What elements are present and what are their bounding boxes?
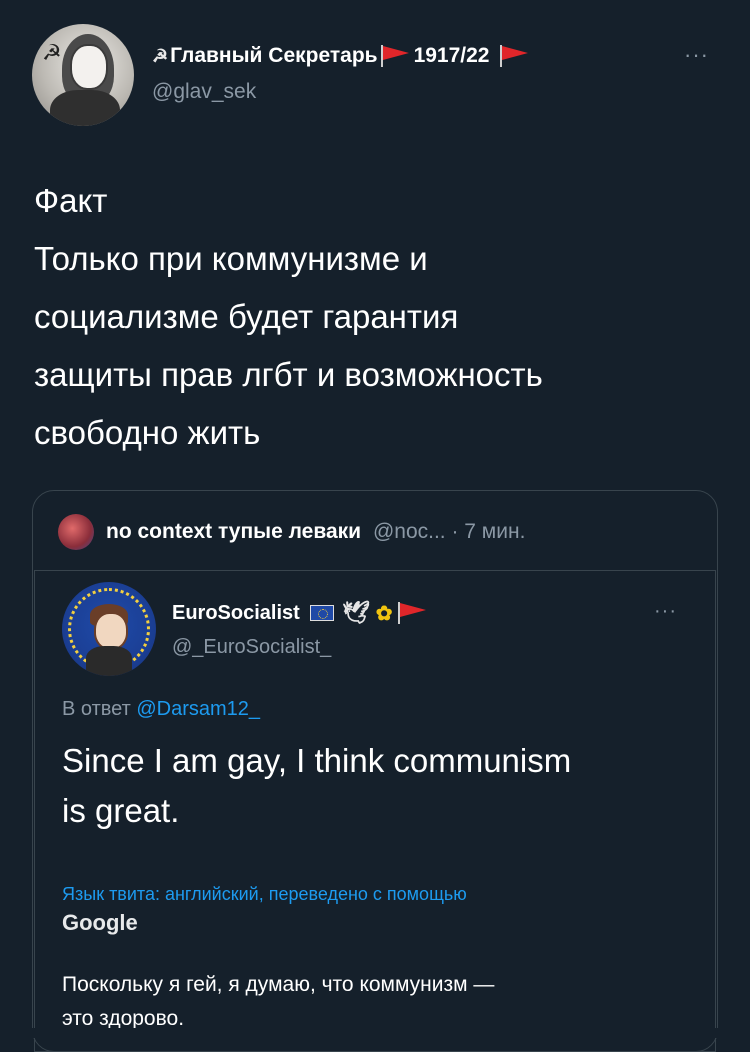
dove-icon: 🕊 (341, 600, 370, 625)
hammer-sickle-icon: ☭ (42, 40, 62, 65)
translated-text: Поскольку я гей, я думаю, что коммунизм … (62, 968, 682, 1036)
quoted-tweet-header: no context тупые леваки @noc... · 7 мин. (106, 520, 525, 544)
google-logo: Google (62, 910, 138, 935)
quoted-author-name[interactable]: no context тупые леваки (106, 520, 361, 543)
embedded-tweet-text-line: Since I am gay, I think communism (62, 742, 572, 779)
red-flag-icon (499, 45, 530, 67)
avatar-body (86, 646, 132, 676)
translation-notice-link[interactable]: Язык твита: английский, переведено с пом… (62, 884, 467, 905)
author-handle[interactable]: @glav_sek (152, 80, 256, 104)
quoted-author-avatar[interactable] (58, 514, 94, 550)
embedded-tweet-text-line: is great. (62, 792, 180, 829)
quoted-author-handle-time: @noc... · 7 мин. (372, 520, 526, 543)
author-avatar[interactable]: ☭ (32, 24, 134, 126)
avatar-face (94, 612, 128, 650)
bottom-edge (0, 1028, 750, 1038)
embedded-tweet-text: Since I am gay, I think communism is gre… (62, 736, 682, 836)
hammer-sickle-icon: ☭ (152, 45, 169, 66)
reply-to-line: В ответ @Darsam12_ (62, 698, 260, 721)
avatar-body (50, 90, 120, 126)
author-name-suffix: 1917/22 (413, 44, 490, 67)
author-name[interactable]: Главный Секретарь (170, 44, 377, 68)
sunflower-icon: ✿ (375, 602, 393, 625)
more-options-icon[interactable]: ··· (654, 600, 677, 623)
tweet-text-line: социализме будет гарантия (34, 298, 459, 335)
embedded-author-handle[interactable]: @_EuroSocialist_ (172, 636, 331, 659)
reply-mention-link[interactable]: @Darsam12_ (136, 698, 260, 720)
author-name-row[interactable]: ☭ Главный Секретарь 1917/22 (152, 44, 533, 68)
translated-text-line: Поскольку я гей, я думаю, что коммунизм … (62, 973, 495, 996)
more-options-icon[interactable]: ··· (684, 42, 709, 68)
red-flag-icon (397, 602, 428, 624)
tweet-text-line: защиты прав лгбт и возможность (34, 356, 543, 393)
tweet-text: Факт Только при коммунизме и социализме … (34, 172, 724, 462)
embedded-author-name-row[interactable]: EuroSocialist 🕊 ✿ (172, 600, 431, 626)
embedded-author-avatar[interactable] (62, 582, 156, 676)
embedded-author-name[interactable]: EuroSocialist (172, 602, 300, 625)
tweet-text-line: свободно жить (34, 414, 261, 451)
red-flag-icon (380, 45, 411, 67)
reply-prefix: В ответ (62, 698, 131, 720)
tweet-text-line: Факт (34, 182, 108, 219)
avatar-face (70, 44, 108, 90)
eu-flag-icon (309, 605, 334, 621)
tweet-text-line: Только при коммунизме и (34, 240, 428, 277)
